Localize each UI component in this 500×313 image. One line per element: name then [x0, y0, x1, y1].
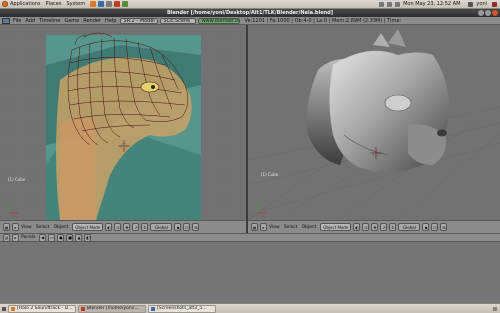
user-name[interactable]: yoni [476, 1, 487, 7]
menu-applications[interactable]: Applications [10, 1, 41, 7]
screen-selector[interactable]: SR:2 - Model [120, 17, 159, 24]
taskbar: [Halo 2 Soundtrack - D... Blender [/home… [0, 303, 500, 313]
menu-view[interactable]: View [269, 225, 280, 230]
viewport-right-header: ▦ ▸ View Select Object Object Mode ◐ ⊙ ✥… [248, 220, 500, 233]
lock-icon[interactable]: ⊡ [431, 223, 439, 231]
3d-cursor-icon [118, 140, 130, 152]
music-player-icon [11, 306, 15, 311]
menu-timeline[interactable]: Timeline [39, 18, 60, 24]
snap-icon[interactable]: ⊞ [192, 223, 200, 231]
show-desktop-icon[interactable] [2, 306, 6, 311]
manipulator-icon[interactable]: ✥ [123, 223, 131, 231]
info-header: File Add Timeline Game Render Help SR:2 … [0, 17, 500, 25]
blender-url-field: www.blender.org 249.1 [198, 17, 241, 24]
buttons-window-header: ▤ ▸ Panels ◆ ▭ ● ■ ▲ ◧ [0, 233, 500, 242]
menu-select[interactable]: Select [36, 225, 50, 230]
mail-tray-icon[interactable] [387, 1, 393, 7]
editing-icon[interactable]: ▲ [75, 233, 83, 242]
firefox-launcher-icon[interactable] [90, 1, 97, 7]
shaded-lion-head [306, 29, 449, 172]
collapse-menu-icon[interactable]: ▸ [12, 223, 19, 231]
mode-selector[interactable]: Object Mode [72, 223, 104, 231]
taskbar-item[interactable]: Blender [/home/yoni/... [78, 304, 146, 313]
manipulator-icon[interactable]: ✥ [371, 223, 379, 231]
viewport-left[interactable]: (1) Cube [0, 25, 246, 220]
axis-gizmo-icon [8, 204, 18, 214]
logic-icon[interactable]: ◆ [39, 233, 47, 242]
script-icon[interactable]: ▭ [48, 233, 56, 242]
transform-orientation[interactable]: Global [150, 223, 173, 231]
menu-file[interactable]: File [13, 18, 21, 24]
window-type-icon[interactable] [2, 17, 10, 24]
folder-icon [151, 306, 155, 311]
volume-icon[interactable] [395, 1, 401, 7]
axis-gizmo-icon [256, 204, 266, 214]
menu-select[interactable]: Select [284, 225, 298, 230]
taskbar-item-label: Blender [/home/yoni/... [87, 305, 139, 311]
scene-stats: Ve:1101 | Fa:1000 | Ob:4-0 | La:0 | Mem:… [244, 17, 402, 24]
ubuntu-logo-icon[interactable] [2, 1, 8, 7]
scene-icon[interactable]: ◧ [84, 233, 92, 242]
lock-icon[interactable]: ⊡ [183, 223, 191, 231]
viewport-left-header: ▦ ▸ View Select Object Object Mode ◐ ⊙ ✥… [0, 220, 246, 233]
viewport-object-label: (1) Cube [8, 177, 26, 182]
taskbar-item[interactable]: [Screenshots_alt3_5... [148, 304, 216, 313]
draw-type-icon[interactable]: ◐ [353, 223, 361, 231]
window-title: Blender [/home/yoni/Desktop/Alt1/TLK/Ble… [166, 10, 334, 16]
draw-type-icon[interactable]: ◐ [105, 223, 113, 231]
menu-places[interactable]: Places [46, 1, 62, 7]
shading-icon[interactable]: ● [57, 233, 65, 242]
rotate-icon[interactable]: ↻ [141, 223, 149, 231]
menu-object[interactable]: Object [54, 225, 69, 230]
minimize-button[interactable] [478, 10, 484, 16]
maximize-button[interactable] [485, 10, 491, 16]
menu-object[interactable]: Object [302, 225, 317, 230]
translate-icon[interactable]: ↗ [132, 223, 140, 231]
viewport-right[interactable]: (1) Cube [248, 25, 500, 220]
network-icon[interactable] [379, 1, 385, 7]
window-type-icon[interactable]: ▦ [251, 223, 258, 231]
terminal-launcher-icon[interactable] [106, 1, 113, 7]
close-button[interactable] [492, 10, 498, 16]
layer-icon[interactable]: ▪ [174, 223, 182, 231]
wireframe-mesh [67, 32, 189, 152]
power-icon[interactable] [492, 1, 497, 7]
translate-icon[interactable]: ↗ [380, 223, 388, 231]
menu-game[interactable]: Game [64, 18, 79, 24]
panels-label[interactable]: Panels [21, 235, 35, 240]
window-type-icon[interactable]: ▦ [3, 223, 10, 231]
menu-render[interactable]: Render [83, 18, 101, 24]
top-panel: Applications Places System Mon May 23, 1… [0, 0, 500, 9]
taskbar-item-label: [Halo 2 Soundtrack - D... [17, 305, 73, 311]
transform-orientation[interactable]: Global [398, 223, 421, 231]
menu-view[interactable]: View [21, 225, 32, 230]
buttons-window-area[interactable] [0, 242, 500, 303]
window-type-icon[interactable]: ▤ [3, 233, 10, 242]
window-title-bar[interactable]: Blender [/home/yoni/Desktop/Alt1/TLK/Ble… [0, 9, 500, 17]
collapse-menu-icon[interactable]: ▸ [260, 223, 267, 231]
mode-selector[interactable]: Object Mode [320, 223, 352, 231]
taskbar-item[interactable]: [Halo 2 Soundtrack - D... [8, 304, 76, 313]
blender-icon [81, 306, 85, 311]
scene-selector[interactable]: SCE:Scene [160, 17, 197, 24]
menu-system[interactable]: System [66, 1, 85, 7]
taskbar-item-label: [Screenshots_alt3_5... [157, 305, 207, 311]
object-icon[interactable]: ■ [66, 233, 74, 242]
trash-icon[interactable] [493, 306, 497, 311]
blender-launcher-icon[interactable] [114, 1, 121, 7]
clock[interactable]: Mon May 23, 12:52 AM [403, 1, 460, 7]
menu-add[interactable]: Add [25, 18, 35, 24]
layer-icon[interactable]: ▪ [422, 223, 430, 231]
pivot-icon[interactable]: ⊙ [362, 223, 370, 231]
mail-launcher-icon[interactable] [98, 1, 105, 7]
pivot-icon[interactable]: ⊙ [114, 223, 122, 231]
app-launcher-icon[interactable] [122, 1, 129, 7]
collapse-menu-icon[interactable]: ▸ [12, 233, 19, 242]
rotate-icon[interactable]: ↻ [389, 223, 397, 231]
snap-icon[interactable]: ⊞ [440, 223, 448, 231]
menu-help[interactable]: Help [105, 18, 116, 24]
viewport-object-label: (1) Cube [261, 172, 279, 177]
user-icon [468, 1, 474, 7]
